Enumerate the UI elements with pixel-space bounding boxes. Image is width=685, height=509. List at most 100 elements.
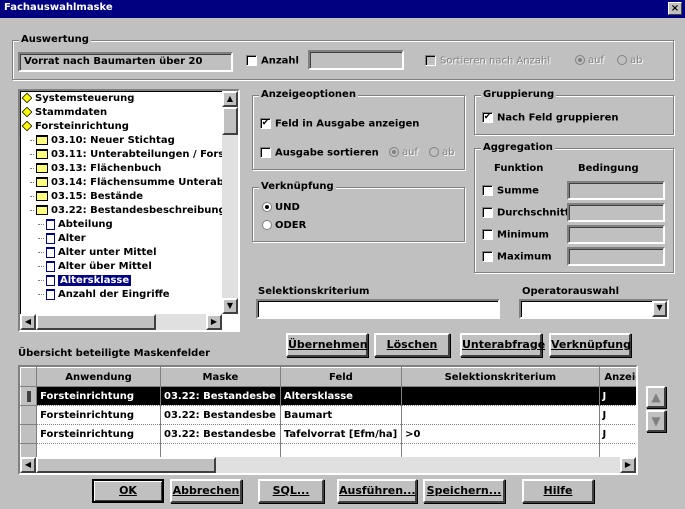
tree-item[interactable]: Alter unter Mittel xyxy=(20,246,222,260)
row-selector[interactable] xyxy=(20,424,38,444)
table-cell[interactable]: >0 xyxy=(401,424,600,444)
anzahl-check-box[interactable] xyxy=(246,55,257,66)
table-cell[interactable]: Forsteinrichtung xyxy=(36,386,161,406)
ausgabe-sortieren-check-box[interactable] xyxy=(260,147,271,158)
tree-item[interactable]: Forsteinrichtung xyxy=(20,120,222,134)
bedingung-field[interactable] xyxy=(567,225,665,244)
sort-auf-radio[interactable]: auf xyxy=(575,55,604,66)
tree-item[interactable]: 03.22: Bestandesbeschreibung xyxy=(20,204,222,218)
table-cell[interactable]: J xyxy=(599,405,636,425)
operator-select[interactable]: ▼ xyxy=(519,299,669,319)
anzeige-auf-radio[interactable]: auf xyxy=(389,147,418,158)
table-cell[interactable]: Forsteinrichtung xyxy=(36,424,161,444)
tree-hscroll-thumb[interactable] xyxy=(36,314,156,330)
table-scroll-left-icon[interactable]: ◀ xyxy=(20,457,36,473)
table-cell[interactable]: Forsteinrichtung xyxy=(36,405,161,425)
tree-scroll-right-icon[interactable]: ▶ xyxy=(206,314,222,330)
tree-item[interactable]: Systemsteuerung xyxy=(20,92,222,106)
table-cell[interactable]: 03.22: Bestandesbe xyxy=(160,424,281,444)
sort-anzahl-check-box[interactable] xyxy=(425,55,436,66)
column-header[interactable]: Maske xyxy=(160,367,281,387)
tree-scroll-thumb[interactable] xyxy=(222,107,238,135)
table-cell[interactable]: 03.22: Bestandesbe xyxy=(160,405,281,425)
aggregation-check-box[interactable] xyxy=(482,185,493,196)
anzeige-ab-radio-dot[interactable] xyxy=(429,147,439,157)
table-cell[interactable]: Baumart xyxy=(280,405,403,425)
column-header[interactable]: Anzeiger xyxy=(598,367,636,387)
sort-auf-radio-dot[interactable] xyxy=(575,55,585,65)
table-cell[interactable]: Altersklasse xyxy=(280,386,403,406)
uebernehmen-button[interactable]: Übernehmen xyxy=(286,333,368,357)
bedingung-field[interactable] xyxy=(567,181,665,200)
tree-item[interactable]: 03.15: Bestände xyxy=(20,190,222,204)
tree-scroll-down-icon[interactable]: ▼ xyxy=(222,298,238,314)
table-cell[interactable] xyxy=(401,405,600,425)
table-cell[interactable]: J xyxy=(599,424,636,444)
tree-item[interactable]: Alter über Mittel xyxy=(20,260,222,274)
operator-dropdown-icon[interactable]: ▼ xyxy=(652,301,667,317)
table-row[interactable]: Forsteinrichtung 03.22: Bestandesbe Alters… xyxy=(20,386,636,406)
table-cell[interactable]: Tafelvorrat [Efm/ha] xyxy=(280,424,403,444)
row-selector[interactable] xyxy=(20,405,38,425)
verknuepfung-button[interactable]: Verknüpfung xyxy=(549,333,631,357)
column-header[interactable]: Selektionskriterium xyxy=(401,367,600,387)
tree-item[interactable]: Stammdaten xyxy=(20,106,222,120)
table-row[interactable]: Forsteinrichtung 03.22: Bestandesbe Baumar… xyxy=(20,405,636,425)
column-header[interactable]: Anwendung xyxy=(36,367,161,387)
auswertung-field[interactable]: Vorrat nach Baumarten über 20 xyxy=(18,52,233,72)
aggregation-checkbox[interactable]: Minimum xyxy=(482,229,549,241)
ausgabe-sortieren-checkbox[interactable]: Ausgabe sortieren xyxy=(260,147,379,159)
uebersicht-table-frame[interactable]: Anwendung Maske Feld Selektionskriterium… xyxy=(18,365,638,475)
unterabfrage-button[interactable]: Unterabfrage xyxy=(460,333,545,357)
hilfe-button[interactable]: Hilfe xyxy=(522,479,594,503)
nach-feld-gruppieren-checkbox[interactable]: ✔ Nach Feld gruppieren xyxy=(482,112,619,124)
ok-button[interactable]: OK xyxy=(92,479,164,503)
nach-feld-gruppieren-check-box[interactable]: ✔ xyxy=(482,112,493,123)
loeschen-button[interactable]: Löschen xyxy=(374,333,450,357)
move-up-button[interactable]: ▲ xyxy=(646,386,666,408)
aggregation-check-box[interactable] xyxy=(482,229,493,240)
selektion-input[interactable] xyxy=(256,299,500,319)
oder-radio[interactable]: ODER xyxy=(262,220,306,231)
speichern-button[interactable]: Speichern... xyxy=(423,479,505,503)
table-cell[interactable]: 03.22: Bestandesbe xyxy=(160,386,281,406)
sql-button[interactable]: SQL... xyxy=(258,479,324,503)
table-cell[interactable] xyxy=(401,386,600,406)
anzeige-auf-radio-dot[interactable] xyxy=(389,147,399,157)
ausfuehren-button[interactable]: Ausführen... xyxy=(337,479,417,503)
tree-item[interactable]: Altersklasse xyxy=(20,274,222,288)
tree-view[interactable]: Systemsteuerung Stammdaten Forsteinrichtun… xyxy=(18,89,240,332)
table-row[interactable]: Forsteinrichtung 03.22: Bestandesbe Tafelv… xyxy=(20,424,636,444)
tree-item[interactable]: 03.10: Neuer Stichtag xyxy=(20,134,222,148)
tree-item[interactable]: Alter xyxy=(20,232,222,246)
tree-item[interactable]: 03.13: Flächenbuch xyxy=(20,162,222,176)
column-header[interactable]: Feld xyxy=(279,367,403,387)
abbrechen-button[interactable]: Abbrechen xyxy=(170,479,242,503)
close-button[interactable]: × xyxy=(668,2,682,15)
aggregation-check-box[interactable] xyxy=(482,207,493,218)
tree-item[interactable]: Anzahl der Eingriffe xyxy=(20,288,222,302)
tree-item[interactable]: Abteilung xyxy=(20,218,222,232)
oder-radio-dot[interactable] xyxy=(262,220,272,230)
table-hscroll[interactable]: ◀ ▶ xyxy=(20,457,636,473)
tree-item[interactable]: 03.11: Unterabteilungen / Forstc xyxy=(20,148,222,162)
tree-hscroll[interactable]: ◀ ▶ xyxy=(20,314,222,330)
feld-anzeigen-checkbox[interactable]: ✔ Feld in Ausgabe anzeigen xyxy=(260,118,419,130)
aggregation-check-box[interactable] xyxy=(482,251,493,262)
sort-ab-radio-dot[interactable] xyxy=(617,55,627,65)
table-scroll-right-icon[interactable]: ▶ xyxy=(620,457,636,473)
aggregation-checkbox[interactable]: Maximum xyxy=(482,251,552,263)
bedingung-field[interactable] xyxy=(567,247,665,266)
und-radio[interactable]: UND xyxy=(262,202,300,213)
aggregation-checkbox[interactable]: Durchschnitt xyxy=(482,207,570,219)
sort-anzahl-checkbox[interactable]: Sortieren nach Anzahl xyxy=(425,55,550,67)
tree-scroll-up-icon[interactable]: ▲ xyxy=(222,91,238,107)
sort-ab-radio[interactable]: ab xyxy=(617,55,642,66)
anzeige-ab-radio[interactable]: ab xyxy=(429,147,454,158)
und-radio-dot[interactable] xyxy=(262,202,272,212)
bedingung-field[interactable] xyxy=(567,203,665,222)
aggregation-checkbox[interactable]: Summe xyxy=(482,185,539,197)
table-hscroll-thumb[interactable] xyxy=(36,457,216,473)
row-selector[interactable] xyxy=(20,386,38,406)
anzahl-checkbox[interactable]: Anzahl xyxy=(246,55,299,67)
